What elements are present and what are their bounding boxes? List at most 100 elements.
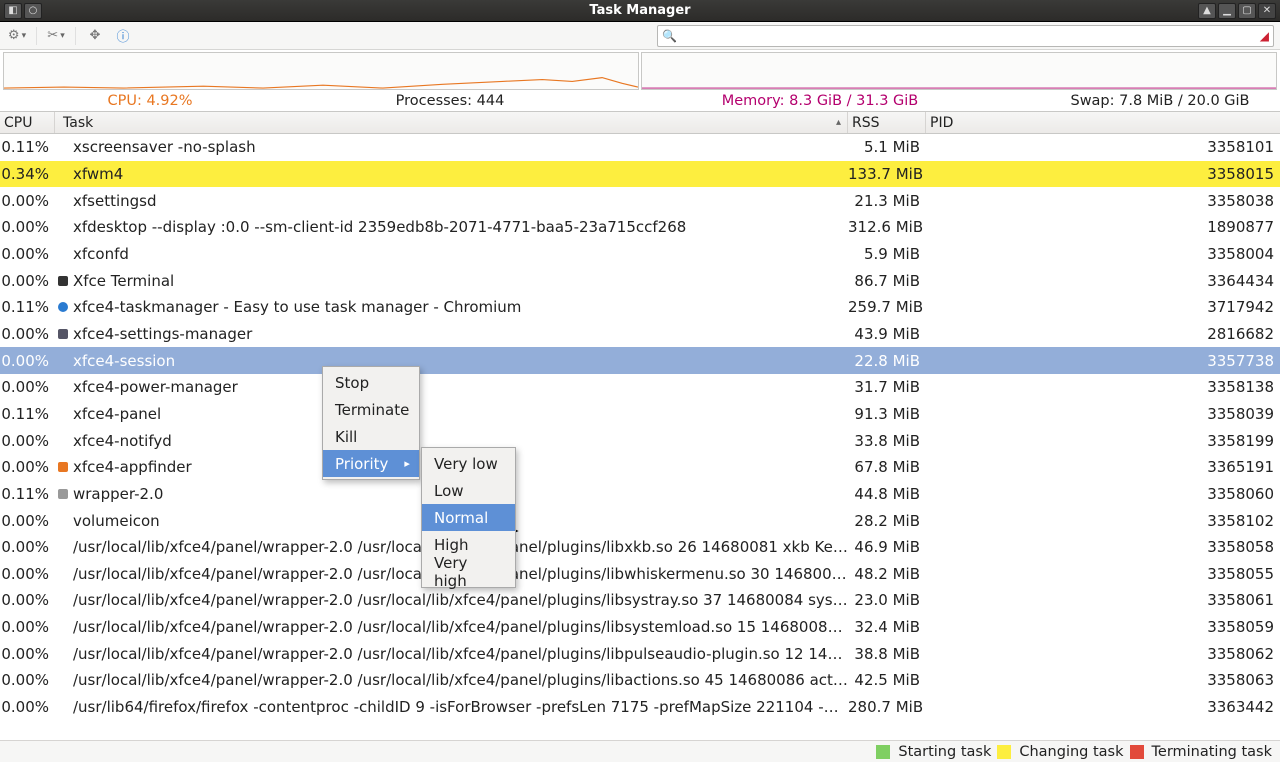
table-row[interactable]: 0.11%xfce4-panel91.3 MiB3358039 [0, 401, 1280, 428]
settings-menu-icon[interactable]: ⚙ [6, 25, 28, 47]
window-title: Task Manager [0, 3, 1280, 18]
legend-footer: Starting task Changing task Terminating … [0, 740, 1280, 762]
cell-pid: 1890877 [926, 218, 1280, 236]
table-row[interactable]: 0.00%xfce4-appfinder67.8 MiB3365191 [0, 454, 1280, 481]
legend-terminating: Terminating task [1152, 744, 1273, 760]
window-close-button[interactable]: ✕ [1258, 3, 1276, 19]
table-row[interactable]: 0.00% /usr/local/lib/xfce4/panel/wrapper-… [0, 667, 1280, 694]
priority-submenu[interactable]: Very lowLowNormalHighVery high [421, 447, 516, 588]
memory-graph [641, 52, 1277, 90]
cell-task: /usr/local/lib/xfce4/panel/wrapper-2.0 /… [71, 671, 848, 689]
cell-pid: 2816682 [926, 325, 1280, 343]
table-row[interactable]: 0.34%xfwm4133.7 MiB3358015 [0, 161, 1280, 188]
priority-option-normal[interactable]: Normal [422, 504, 515, 531]
table-row[interactable]: 0.11%xscreensaver -no-splash5.1 MiB33581… [0, 134, 1280, 161]
stat-swap: Swap: 7.8 MiB / 20.0 GiB [1040, 93, 1280, 109]
toolbar: ⚙ ✂ ✥ ⓘ 🔍 ◢ [0, 22, 1280, 50]
cell-pid: 3364434 [926, 272, 1280, 290]
window-maximize-button[interactable]: ▢ [1238, 3, 1256, 19]
window-shade-button[interactable]: ○ [24, 3, 42, 19]
cell-task: xfce4-panel [71, 405, 848, 423]
search-field[interactable]: 🔍 ◢ [657, 25, 1274, 47]
cell-pid: 3365191 [926, 458, 1280, 476]
legend-swatch-changing [997, 745, 1011, 759]
actions-menu-icon[interactable]: ✂ [45, 25, 67, 47]
stat-cpu: CPU: 4.92% [0, 93, 300, 109]
table-row[interactable]: 0.00%xfce4-settings-manager43.9 MiB28166… [0, 321, 1280, 348]
table-row[interactable]: 0.00%/usr/local/lib/xfce4/panel/wrapper-… [0, 534, 1280, 561]
cell-pid: 3358102 [926, 512, 1280, 530]
cell-task: xfce4-power-manager [71, 378, 848, 396]
table-row[interactable]: 0.00%volumeicon28.2 MiB3358102 [0, 507, 1280, 534]
table-row[interactable]: 0.00%/usr/local/lib/xfce4/panel/wrapper-… [0, 587, 1280, 614]
table-row[interactable]: 0.00%xfdesktop --display :0.0 --sm-clien… [0, 214, 1280, 241]
cell-task: xfce4-session [71, 352, 848, 370]
info-icon[interactable]: ⓘ [112, 25, 134, 47]
window-menu-button[interactable]: ◧ [4, 3, 22, 19]
expand-icon[interactable]: ✥ [84, 25, 106, 47]
cell-cpu: 0.00% [0, 698, 55, 716]
table-row[interactable]: 0.00%/usr/local/lib/xfce4/panel/wrapper-… [0, 640, 1280, 667]
search-input[interactable] [681, 27, 1256, 45]
cell-cpu: 0.34% [0, 165, 55, 183]
ctx-item-terminate[interactable]: Terminate [323, 396, 419, 423]
cell-pid: 3358058 [926, 538, 1280, 556]
cell-rss: 48.2 MiB [848, 565, 926, 583]
table-row[interactable]: 0.00%/usr/lib64/firefox/firefox -content… [0, 694, 1280, 721]
table-row[interactable]: 0.00%/usr/local/lib/xfce4/panel/wrapper-… [0, 614, 1280, 641]
cell-cpu: 0.00% [0, 218, 55, 236]
cell-pid: 3358038 [926, 192, 1280, 210]
cell-cpu: 0.00% [0, 538, 55, 556]
priority-option-low[interactable]: Low [422, 477, 515, 504]
window-minimize-button[interactable]: ▁ [1218, 3, 1236, 19]
toolbar-separator [75, 27, 76, 45]
table-row[interactable]: 0.00%xfsettingsd21.3 MiB3358038 [0, 187, 1280, 214]
cell-cpu: 0.11% [0, 485, 55, 503]
clear-search-icon[interactable]: ◢ [1260, 29, 1269, 43]
table-row[interactable]: 0.11%xfce4-taskmanager - Easy to use tas… [0, 294, 1280, 321]
window-titlebar: ◧ ○ Task Manager ▲ ▁ ▢ ✕ [0, 0, 1280, 22]
cell-cpu: 0.11% [0, 405, 55, 423]
cell-pid: 3717942 [926, 298, 1280, 316]
table-row[interactable]: 0.11%wrapper-2.044.8 MiB3358060 [0, 481, 1280, 508]
table-row[interactable]: 0.00%xfce4-power-manager31.7 MiB3358138 [0, 374, 1280, 401]
cell-cpu: 0.00% [0, 512, 55, 530]
table-row[interactable]: 0.00%Xfce Terminal86.7 MiB3364434 [0, 267, 1280, 294]
table-row[interactable]: 0.00%xfce4-notifyd33.8 MiB3358199 [0, 427, 1280, 454]
context-menu[interactable]: StopTerminateKillPriority▸ [322, 366, 420, 480]
ctx-item-kill[interactable]: Kill [323, 423, 419, 450]
ctx-item-priority[interactable]: Priority▸ [323, 450, 419, 477]
header-pid[interactable]: PID [926, 112, 1280, 133]
cell-task: xfce4-settings-manager [71, 325, 848, 343]
header-task[interactable]: Task ▴ [55, 112, 848, 133]
table-row[interactable]: 0.00%/usr/local/lib/xfce4/panel/wrapper-… [0, 561, 1280, 588]
header-cpu[interactable]: CPU [0, 112, 55, 133]
table-row[interactable]: 0.00%xfconfd5.9 MiB3358004 [0, 241, 1280, 268]
cell-task: xfce4-taskmanager - Easy to use task man… [71, 298, 848, 316]
cell-cpu: 0.00% [0, 192, 55, 210]
column-headers: CPU Task ▴ RSS PID [0, 112, 1280, 134]
header-rss[interactable]: RSS [848, 112, 926, 133]
legend-swatch-terminating [1130, 745, 1144, 759]
cell-cpu: 0.00% [0, 671, 55, 689]
cell-pid: 3358061 [926, 591, 1280, 609]
process-table-body: 0.11%xscreensaver -no-splash5.1 MiB33581… [0, 134, 1280, 720]
priority-option-very-high[interactable]: Very high [422, 558, 515, 585]
cell-rss: 43.9 MiB [848, 325, 926, 343]
cell-rss: 259.7 MiB [848, 298, 926, 316]
cell-rss: 31.7 MiB [848, 378, 926, 396]
app-icon [55, 302, 71, 312]
cpu-graph [3, 52, 639, 90]
cell-pid: 3358015 [926, 165, 1280, 183]
sort-indicator-icon: ▴ [836, 117, 841, 128]
cell-rss: 67.8 MiB [848, 458, 926, 476]
cell-rss: 5.9 MiB [848, 245, 926, 263]
ctx-item-stop[interactable]: Stop [323, 369, 419, 396]
cell-cpu: 0.00% [0, 565, 55, 583]
cell-task: xscreensaver -no-splash [71, 138, 848, 156]
table-row[interactable]: 0.00%xfce4-session22.8 MiB3357738 [0, 347, 1280, 374]
cell-cpu: 0.00% [0, 245, 55, 263]
priority-option-very-low[interactable]: Very low [422, 450, 515, 477]
window-ontop-button[interactable]: ▲ [1198, 3, 1216, 19]
cell-rss: 33.8 MiB [848, 432, 926, 450]
